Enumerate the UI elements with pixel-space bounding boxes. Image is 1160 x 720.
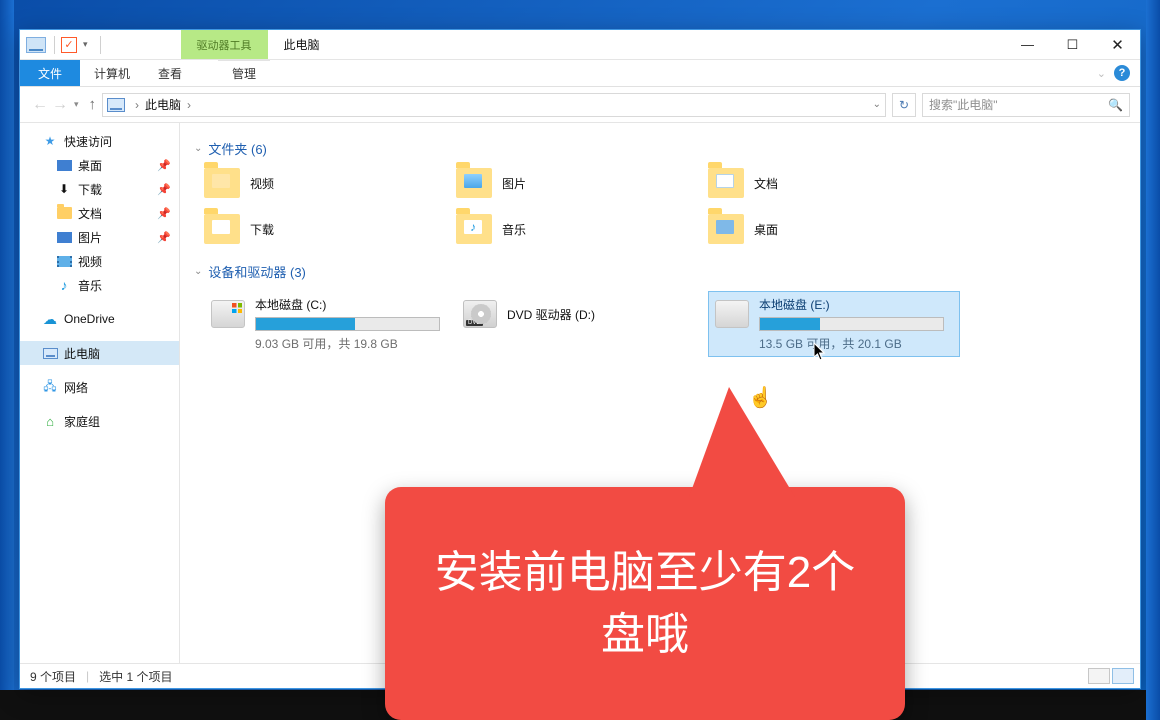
navpane-this-pc[interactable]: 此电脑 [20, 341, 179, 365]
network-icon: 🖧 [42, 379, 58, 395]
capacity-bar [759, 317, 944, 331]
folder-documents[interactable]: 文档 [708, 168, 960, 198]
back-button[interactable]: ← [30, 96, 50, 114]
drives-grid: 本地磁盘 (C:) 9.03 GB 可用，共 19.8 GB DVD DVD 驱… [204, 291, 1128, 357]
window-system-icon[interactable] [26, 37, 46, 53]
qat-divider-2 [100, 36, 101, 54]
address-dropdown-chevron-icon[interactable]: ⌄ [873, 99, 881, 110]
folder-icon [708, 214, 744, 244]
window-title: 此电脑 [284, 36, 320, 53]
tab-view[interactable]: 查看 [144, 60, 196, 86]
folder-icon: ♪ [456, 214, 492, 244]
pictures-icon [56, 229, 72, 245]
refresh-button[interactable]: ↻ [892, 93, 916, 117]
navigation-pane: ★ 快速访问 桌面 📌 ⬇ 下载 📌 文档 📌 图片 📌 [20, 123, 180, 663]
status-item-count: 9 个项目 [30, 668, 76, 685]
drive-e[interactable]: 本地磁盘 (E:) 13.5 GB 可用，共 20.1 GB [708, 291, 960, 357]
pin-icon: 📌 [157, 183, 171, 196]
navpane-onedrive[interactable]: ☁ OneDrive [20, 307, 179, 331]
context-tab-drive-tools: 驱动器工具 [181, 30, 268, 59]
up-button[interactable]: ↑ [89, 96, 97, 113]
address-bar[interactable]: › 此电脑 › ⌄ [102, 93, 886, 117]
music-icon: ♪ [56, 277, 72, 293]
help-button[interactable]: ? [1114, 60, 1130, 86]
collapse-chevron-icon[interactable]: ⌄ [194, 143, 202, 154]
view-details-button[interactable] [1088, 668, 1110, 684]
close-button[interactable]: ✕ [1095, 30, 1140, 59]
downloads-icon: ⬇ [56, 181, 72, 197]
crumb-root[interactable]: 此电脑 [145, 96, 181, 113]
navpane-homegroup[interactable]: ⌂ 家庭组 [20, 409, 179, 433]
annotation-text: 安装前电脑至少有2个盘哦 [415, 542, 875, 665]
ribbon-tabs: 文件 计算机 查看 管理 ⌄ ? [20, 60, 1140, 87]
navpane-documents[interactable]: 文档 📌 [20, 201, 179, 225]
folder-icon [456, 168, 492, 198]
status-selection: 选中 1 个项目 [99, 668, 172, 685]
navpane-network[interactable]: 🖧 网络 [20, 375, 179, 399]
forward-button[interactable]: → [50, 96, 70, 114]
drive-c[interactable]: 本地磁盘 (C:) 9.03 GB 可用，共 19.8 GB [204, 291, 456, 357]
star-icon: ★ [42, 133, 58, 149]
dvd-icon: DVD [463, 300, 497, 328]
folder-pictures[interactable]: 图片 [456, 168, 708, 198]
homegroup-icon: ⌂ [42, 413, 58, 429]
capacity-bar [255, 317, 440, 331]
capacity-fill [760, 318, 820, 330]
desktop-icon [56, 157, 72, 173]
search-placeholder: 搜索"此电脑" [929, 96, 998, 113]
annotation-callout: 安装前电脑至少有2个盘哦 [385, 487, 905, 720]
pin-icon: 📌 [157, 159, 171, 172]
collapse-chevron-icon[interactable]: ⌄ [194, 266, 202, 277]
tab-file[interactable]: 文件 [20, 60, 80, 86]
drive-d[interactable]: DVD DVD 驱动器 (D:) [456, 291, 708, 357]
navpane-videos[interactable]: 视频 [20, 249, 179, 273]
qat-customize-chevron-icon[interactable]: ▾ [83, 39, 88, 50]
ribbon-collapse-chevron-icon[interactable]: ⌄ [1097, 60, 1106, 86]
navpane-downloads[interactable]: ⬇ 下载 📌 [20, 177, 179, 201]
group-header-folders[interactable]: ⌄ 文件夹 (6) [194, 139, 1128, 158]
address-bar-row: ← → ▾ ↑ › 此电脑 › ⌄ ↻ 搜索"此电脑" 🔍 [20, 87, 1140, 123]
folder-desktop[interactable]: 桌面 [708, 214, 960, 244]
cloud-icon: ☁ [42, 311, 58, 327]
navpane-quick-access[interactable]: ★ 快速访问 [20, 129, 179, 153]
pc-icon [42, 345, 58, 361]
pin-icon: 📌 [157, 231, 171, 244]
folder-icon [708, 168, 744, 198]
title-bar: ✓ ▾ 驱动器工具 此电脑 — ☐ ✕ [20, 30, 1140, 60]
tab-computer[interactable]: 计算机 [80, 60, 144, 86]
navpane-pictures[interactable]: 图片 📌 [20, 225, 179, 249]
navpane-desktop[interactable]: 桌面 📌 [20, 153, 179, 177]
pin-icon: 📌 [157, 207, 171, 220]
folder-icon [204, 214, 240, 244]
hdd-icon [211, 300, 245, 328]
view-tiles-button[interactable] [1112, 668, 1134, 684]
tab-manage[interactable]: 管理 [218, 60, 270, 86]
folder-music[interactable]: ♪ 音乐 [456, 214, 708, 244]
context-tab-label: 驱动器工具 [197, 37, 252, 53]
hdd-icon [715, 300, 749, 328]
maximize-button[interactable]: ☐ [1050, 30, 1095, 59]
folder-videos[interactable]: 视频 [204, 168, 456, 198]
qat-properties-icon[interactable]: ✓ [61, 37, 77, 53]
documents-icon [56, 205, 72, 221]
crumb-sep-icon-2: › [187, 98, 191, 112]
capacity-fill [256, 318, 355, 330]
videos-icon [56, 253, 72, 269]
group-header-devices[interactable]: ⌄ 设备和驱动器 (3) [194, 262, 1128, 281]
qat-divider [54, 36, 55, 54]
navpane-music[interactable]: ♪ 音乐 [20, 273, 179, 297]
folder-downloads[interactable]: 下载 [204, 214, 456, 244]
address-pc-icon [107, 98, 125, 112]
search-icon[interactable]: 🔍 [1108, 98, 1123, 112]
history-chevron-icon[interactable]: ▾ [74, 99, 79, 110]
folder-icon [204, 168, 240, 198]
crumb-sep-icon: › [135, 98, 139, 112]
minimize-button[interactable]: — [1005, 30, 1050, 59]
search-box[interactable]: 搜索"此电脑" 🔍 [922, 93, 1130, 117]
folders-grid: 视频 图片 文档 下载 ♪ 音乐 [204, 168, 1128, 244]
